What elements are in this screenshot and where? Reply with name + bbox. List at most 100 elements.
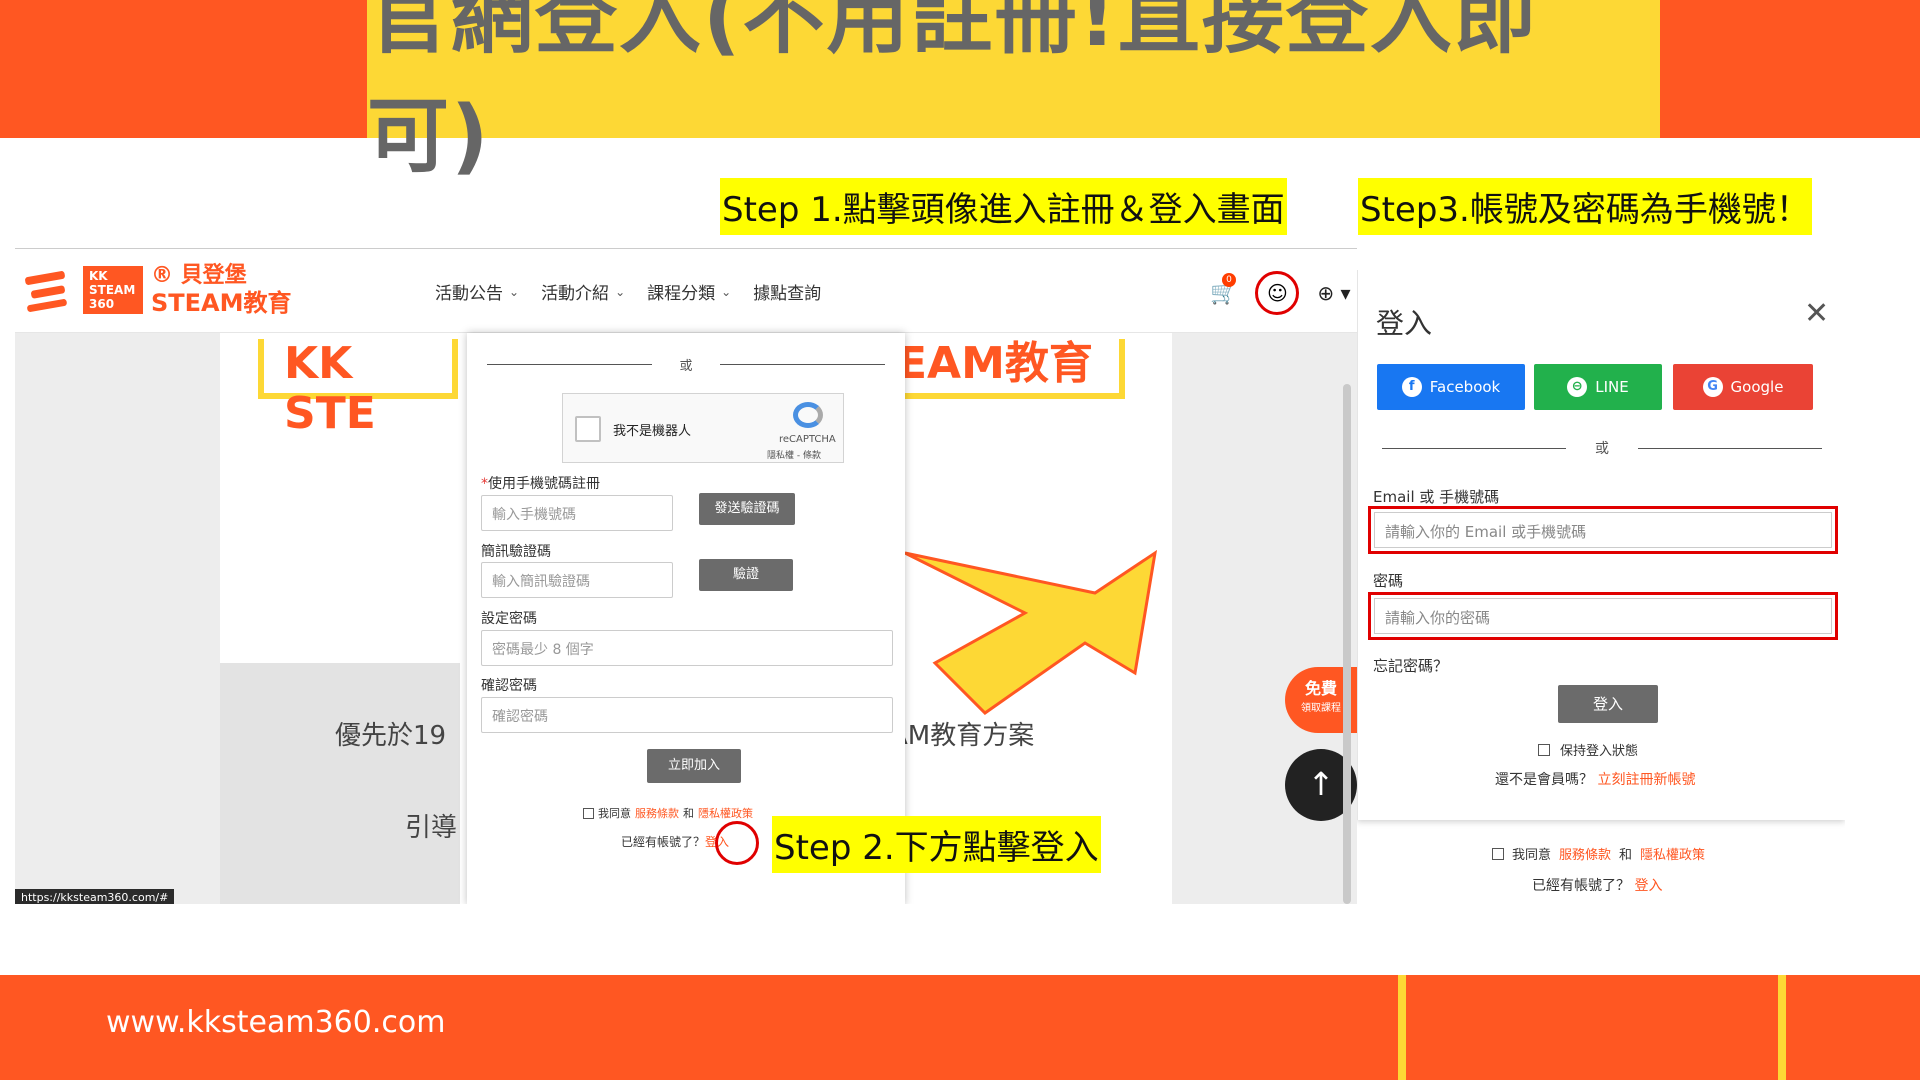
phone-input[interactable]: 輸入手機號碼 <box>481 495 673 531</box>
chevron-down-icon: ⌄ <box>509 284 520 299</box>
footer-yellow-bar <box>1398 975 1406 1080</box>
slide: 官網登入(不用註冊!直接登入即可) Step 1.點擊頭像進入註冊＆登入畫面 S… <box>0 0 1920 1080</box>
cart-badge: 0 <box>1222 272 1236 287</box>
forgot-password-link[interactable]: 忘記密碼？ <box>1373 655 1448 676</box>
confirm-password-label: 確認密碼 <box>481 678 537 694</box>
hero-text-right1: AM教育方案 <box>890 721 1035 751</box>
logo-text: ® 貝登堡 STEAM教育 <box>151 263 292 317</box>
bottom-terms-link[interactable]: 服務條款 <box>1559 844 1611 863</box>
header-band: 官網登入(不用註冊!直接登入即可) <box>0 0 1920 184</box>
nav-actions: 🛒 0 ☺ ⊕ ▾ <box>1210 271 1351 315</box>
logo-line1: ® 貝登堡 <box>151 263 247 288</box>
line-label: LINE <box>1595 378 1629 396</box>
have-account-text: 已經有帳號了？ <box>621 835 706 849</box>
sms-label: 簡訊驗證碼 <box>481 544 551 560</box>
nav-item-label: 據點查詢 <box>753 284 822 304</box>
cart-icon[interactable]: 🛒 0 <box>1210 272 1237 306</box>
join-button[interactable]: 立即加入 <box>647 749 741 783</box>
password-input[interactable]: 請輸入你的密碼 <box>1374 598 1832 634</box>
or-text: 或 <box>679 359 693 374</box>
recaptcha-checkbox[interactable] <box>575 416 601 442</box>
phone-label: *使用手機號碼註冊 <box>481 473 600 493</box>
agree-row: 我同意 服務條款 和 隱私權政策 <box>583 805 753 821</box>
password-label: 設定密碼 <box>481 611 537 627</box>
chevron-down-icon: ⌄ <box>721 284 732 299</box>
hero-text-left2: 引導 <box>405 813 458 843</box>
login-submit-button[interactable]: 登入 <box>1558 685 1658 723</box>
password-label: 密碼 <box>1373 572 1404 590</box>
nav-item-courses[interactable]: 課程分類 ⌄ <box>647 279 731 304</box>
keep-login-row: 保持登入狀態 <box>1538 740 1638 759</box>
google-icon: G <box>1702 377 1723 397</box>
bottom-agree-prefix: 我同意 <box>1512 848 1552 863</box>
logo-line2: STEAM教育 <box>151 289 292 317</box>
required-mark: * <box>481 476 488 492</box>
keep-login-checkbox[interactable] <box>1538 743 1550 756</box>
recaptcha-brand: reCAPTCHA <box>779 434 836 445</box>
have-account-row: 已經有帳號了？登入 <box>621 833 729 850</box>
phone-label-text: 使用手機號碼註冊 <box>488 476 600 492</box>
keep-login-label: 保持登入狀態 <box>1560 744 1639 759</box>
password-input[interactable]: 密碼最少 8 個字 <box>481 630 893 666</box>
not-member-text: 還不是會員嗎？ <box>1495 772 1593 788</box>
bottom-agree-checkbox[interactable] <box>1492 847 1504 860</box>
site-logo[interactable]: KK STEAM 360 ® 貝登堡 STEAM教育 <box>23 263 292 317</box>
or-divider: 或 <box>487 355 885 374</box>
facebook-login-button[interactable]: f Facebook <box>1377 364 1525 410</box>
user-circle-icon[interactable]: ☺ <box>1255 271 1300 315</box>
hero-text-left1: 優先於19 <box>335 721 447 751</box>
and-text: 和 <box>683 807 694 820</box>
nav-menu: 活動公告 ⌄ 活動介紹 ⌄ 課程分類 ⌄ 據點查詢 <box>435 279 821 304</box>
globe-icon[interactable]: ⊕ ▾ <box>1317 281 1350 305</box>
bottom-agree-row: 我同意 服務條款 和 隱私權政策 <box>1492 844 1705 863</box>
agree-checkbox[interactable] <box>583 807 594 819</box>
login-or-divider: 或 <box>1382 438 1822 458</box>
footer-band: www.kksteam360.com <box>0 975 1920 1080</box>
facebook-label: Facebook <box>1429 378 1501 396</box>
recaptcha-widget: 我不是機器人 reCAPTCHA 隱私權 - 條款 <box>562 393 844 463</box>
nav-item-locations[interactable]: 據點查詢 <box>753 279 821 304</box>
login-title: 登入 <box>1376 307 1433 340</box>
bottom-privacy-link[interactable]: 隱私權政策 <box>1640 844 1705 863</box>
recaptcha-label: 我不是機器人 <box>613 424 692 439</box>
account-label: Email 或 手機號碼 <box>1373 488 1500 506</box>
confirm-password-input[interactable]: 確認密碼 <box>481 697 893 733</box>
verify-button[interactable]: 驗證 <box>699 559 793 591</box>
login-highlight-circle <box>715 821 759 865</box>
facebook-icon: f <box>1401 377 1422 397</box>
terms-link[interactable]: 服務條款 <box>635 805 679 821</box>
login-panel: 登入 ✕ f Facebook ⊖ LINE G Google 或 Email … <box>1357 270 1845 820</box>
privacy-link[interactable]: 隱私權政策 <box>698 805 753 821</box>
nav-item-activities[interactable]: 活動介紹 ⌄ <box>541 279 625 304</box>
register-link[interactable]: 立刻註冊新帳號 <box>1597 772 1695 788</box>
logo-mark-icon <box>23 268 75 313</box>
close-icon[interactable]: ✕ <box>1804 296 1829 331</box>
hero-sign-right: EAM教育 <box>875 339 1125 399</box>
send-code-button[interactable]: 發送驗證碼 <box>699 493 795 525</box>
title-box: 官網登入(不用註冊!直接登入即可) <box>367 0 1660 184</box>
not-member-row: 還不是會員嗎？ 立刻註冊新帳號 <box>1495 769 1695 789</box>
nav-item-announcements[interactable]: 活動公告 ⌄ <box>435 279 519 304</box>
account-input[interactable]: 請輸入你的 Email 或手機號碼 <box>1374 512 1832 548</box>
url-tooltip: https://kksteam360.com/# <box>15 889 175 904</box>
yellow-arrow-graphic <box>904 549 1158 715</box>
bottom-login-link[interactable]: 登入 <box>1634 878 1662 894</box>
google-login-button[interactable]: G Google <box>1673 364 1813 410</box>
login-screenshot: 登入 ✕ f Facebook ⊖ LINE G Google 或 Email … <box>1357 270 1845 904</box>
website-screenshot: KK STEAM 360 ® 貝登堡 STEAM教育 活動公告 ⌄ 活動介紹 ⌄… <box>15 248 1357 904</box>
step1-label: Step 1.點擊頭像進入註冊＆登入畫面 <box>720 178 1287 235</box>
google-label: Google <box>1730 378 1784 396</box>
footer-url: www.kksteam360.com <box>106 1005 446 1040</box>
sms-input[interactable]: 輸入簡訊驗證碼 <box>481 562 673 598</box>
slide-title: 官網登入(不用註冊!直接登入即可) <box>367 0 1538 184</box>
recaptcha-links[interactable]: 隱私權 - 條款 <box>767 448 821 461</box>
agree-prefix: 我同意 <box>598 807 631 820</box>
step3-label: Step3.帳號及密碼為手機號！ <box>1358 178 1812 235</box>
recaptcha-logo-icon <box>793 402 823 428</box>
password-field-highlight: 請輸入你的密碼 <box>1368 592 1838 640</box>
scrollbar[interactable] <box>1343 384 1351 904</box>
bottom-have-account-row: 已經有帳號了？ 登入 <box>1532 875 1662 895</box>
nav-item-label: 課程分類 <box>647 284 716 304</box>
line-login-button[interactable]: ⊖ LINE <box>1534 364 1662 410</box>
line-icon: ⊖ <box>1567 377 1588 397</box>
